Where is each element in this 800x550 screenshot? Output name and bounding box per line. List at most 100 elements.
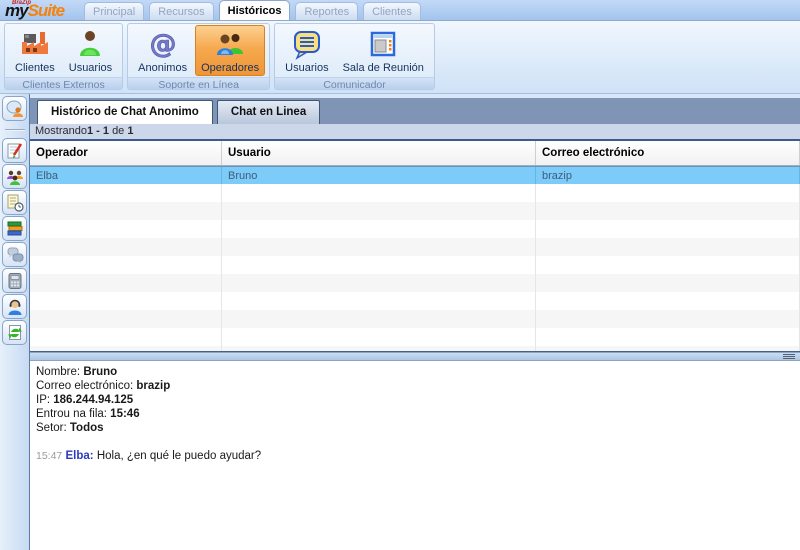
table-empty-row[interactable] xyxy=(30,256,800,274)
chat-message: Hola, ¿en qué le puedo ayudar? xyxy=(97,450,261,462)
table-header: Operador Usuario Correo electrónico xyxy=(30,141,800,166)
chat-message-line: 15:47 Elba: Hola, ¿en qué le puedo ayuda… xyxy=(36,449,800,463)
splitter-grip-icon xyxy=(783,354,795,359)
results-status-bar: Mostrando1 - 1 de 1 xyxy=(30,124,800,141)
status-range: 1 - 1 xyxy=(87,125,109,137)
subtab-bar: Histórico de Chat Anonimo Chat en Linea xyxy=(30,98,800,124)
empty-cell xyxy=(536,274,800,292)
empty-cell xyxy=(30,256,222,274)
column-header-usuario[interactable]: Usuario xyxy=(222,141,536,165)
sidebar-divider xyxy=(5,129,25,131)
operators-icon xyxy=(214,28,246,60)
empty-cell xyxy=(30,238,222,256)
table-empty-row[interactable] xyxy=(30,310,800,328)
sidebar-transfer-button[interactable] xyxy=(2,320,27,345)
usuarios-comunicador-button[interactable]: Usuarios xyxy=(279,25,334,76)
anonimos-button[interactable]: @ Anonimos xyxy=(132,25,193,76)
detail-field-ip: IP: 186.244.94.125 xyxy=(36,393,800,407)
table-empty-row[interactable] xyxy=(30,202,800,220)
group-label-soporte-en-linea: Soporte en Línea xyxy=(128,77,269,90)
factory-icon xyxy=(19,28,51,60)
column-header-operador[interactable]: Operador xyxy=(30,141,222,165)
usuarios-externos-button[interactable]: Usuarios xyxy=(63,25,118,76)
usuarios-comunicador-label: Usuarios xyxy=(285,62,328,74)
phonebook-icon xyxy=(5,271,25,291)
sidebar-library-button[interactable] xyxy=(2,216,27,241)
table-empty-row[interactable] xyxy=(30,220,800,238)
empty-cell xyxy=(30,202,222,220)
tab-historicos[interactable]: Históricos xyxy=(219,0,291,20)
empty-cell xyxy=(536,238,800,256)
mysuite-app: BraZipmySuite Principal Recursos Históri… xyxy=(0,0,800,550)
cell-correo: brazip xyxy=(536,167,800,184)
ribbon: Clientes Usuarios Clientes Externos @ xyxy=(0,21,800,94)
table-empty-row[interactable] xyxy=(30,292,800,310)
table-empty-row[interactable] xyxy=(30,238,800,256)
empty-cell xyxy=(222,202,536,220)
table-body: Elba Bruno brazip xyxy=(30,166,800,352)
panel-splitter[interactable] xyxy=(30,352,800,361)
table-empty-row[interactable] xyxy=(30,328,800,346)
empty-cell xyxy=(536,220,800,238)
speech-bubble-icon xyxy=(291,28,323,60)
ribbon-group-comunicador: Usuarios Sala de Reunión Comunicador xyxy=(274,23,435,90)
left-sidebar xyxy=(0,94,30,550)
svg-text:@: @ xyxy=(149,29,176,60)
group-label-comunicador: Comunicador xyxy=(275,77,434,90)
empty-cell xyxy=(222,256,536,274)
tab-principal[interactable]: Principal xyxy=(84,2,144,20)
subtab-historico-chat-anonimo[interactable]: Histórico de Chat Anonimo xyxy=(37,100,213,124)
empty-cell xyxy=(30,274,222,292)
operadores-button[interactable]: Operadores xyxy=(195,25,265,76)
meeting-room-icon xyxy=(367,28,399,60)
empty-cell xyxy=(222,310,536,328)
person-icon xyxy=(74,28,106,60)
sidebar-conversations-button[interactable] xyxy=(2,242,27,267)
tab-reportes[interactable]: Reportes xyxy=(295,2,358,20)
clientes-button-label: Clientes xyxy=(15,62,55,74)
sidebar-operator-button[interactable] xyxy=(2,294,27,319)
empty-cell xyxy=(30,328,222,346)
status-showing-label: Mostrando xyxy=(35,125,87,137)
empty-cell xyxy=(536,184,800,202)
table-empty-row[interactable] xyxy=(30,184,800,202)
sidebar-chat-anonimo-button[interactable] xyxy=(2,96,27,121)
document-sync-icon xyxy=(5,323,25,343)
table-empty-row[interactable] xyxy=(30,274,800,292)
ribbon-group-soporte-en-linea: @ Anonimos Operadores Soporte en Línea xyxy=(127,23,270,90)
ribbon-group-clientes-externos: Clientes Usuarios Clientes Externos xyxy=(4,23,123,90)
tab-clientes[interactable]: Clientes xyxy=(363,2,421,20)
empty-cell xyxy=(536,310,800,328)
empty-cell xyxy=(30,310,222,328)
empty-cell xyxy=(222,292,536,310)
detail-field-nombre: Nombre: Bruno xyxy=(36,365,800,379)
sidebar-schedule-button[interactable] xyxy=(2,190,27,215)
sala-de-reunion-label: Sala de Reunión xyxy=(343,62,424,74)
empty-cell xyxy=(222,238,536,256)
note-clock-icon xyxy=(5,193,25,213)
subtab-chat-en-linea[interactable]: Chat en Linea xyxy=(217,100,320,124)
cell-usuario: Bruno xyxy=(222,167,536,184)
empty-cell xyxy=(536,292,800,310)
status-of-label: de xyxy=(112,125,124,137)
column-header-correo-electronico[interactable]: Correo electrónico xyxy=(536,141,800,165)
tab-recursos[interactable]: Recursos xyxy=(149,2,213,20)
sidebar-contacts-button[interactable] xyxy=(2,164,27,189)
brand-text: BraZip xyxy=(12,0,31,6)
headset-person-icon xyxy=(5,297,25,317)
sala-de-reunion-button[interactable]: Sala de Reunión xyxy=(337,25,430,76)
empty-cell xyxy=(222,274,536,292)
sidebar-phonebook-button[interactable] xyxy=(2,268,27,293)
notepad-pencil-icon xyxy=(5,141,25,161)
table-empty-rows xyxy=(30,184,800,352)
chat-person-icon xyxy=(5,99,25,119)
clientes-button[interactable]: Clientes xyxy=(9,25,61,76)
sidebar-notes-button[interactable] xyxy=(2,138,27,163)
table-row-selected[interactable]: Elba Bruno brazip xyxy=(30,166,800,184)
detail-field-correo: Correo electrónico: brazip xyxy=(36,379,800,393)
chat-bubbles-icon xyxy=(5,245,25,265)
app-logo: BraZipmySuite xyxy=(5,0,64,22)
group-label-clientes-externos: Clientes Externos xyxy=(5,77,122,90)
main-tabs: Principal Recursos Históricos Reportes C… xyxy=(84,0,421,20)
empty-cell xyxy=(222,220,536,238)
